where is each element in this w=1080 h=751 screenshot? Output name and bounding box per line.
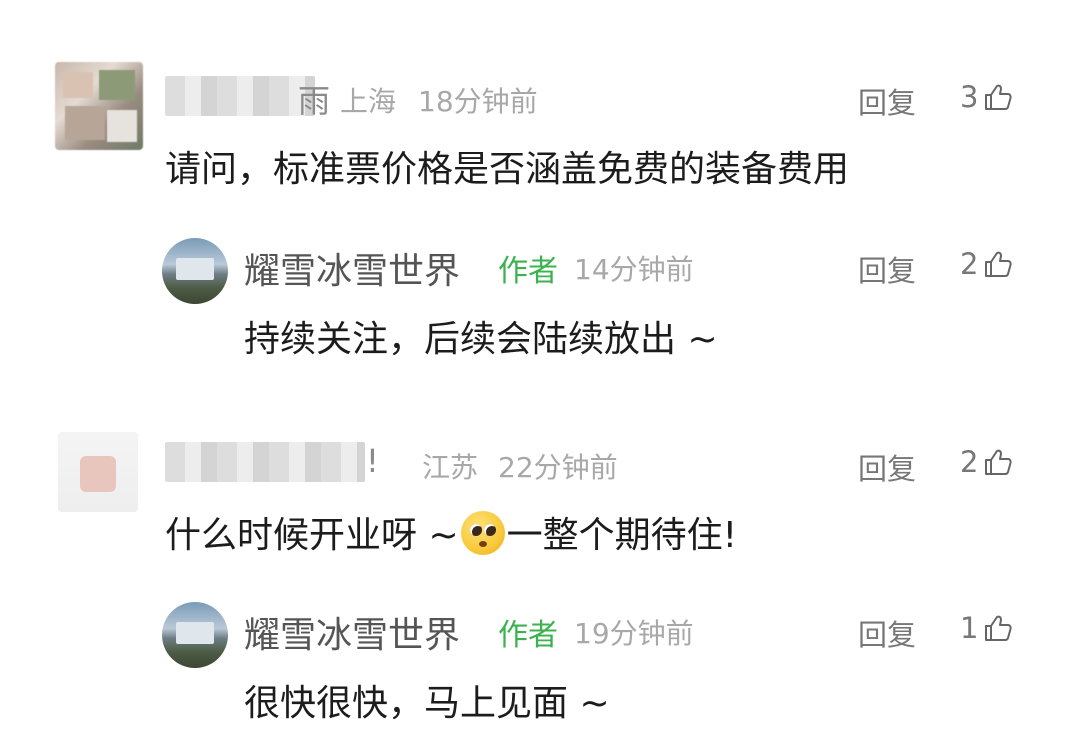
blurred-username[interactable] [165, 442, 365, 482]
comment-text-part2: 一整个期待住! [506, 515, 738, 556]
like-count: 2 [960, 445, 979, 479]
like-button[interactable]: 1 [960, 608, 1014, 648]
author-avatar[interactable] [162, 602, 228, 668]
thumbs-up-icon [985, 449, 1013, 475]
reply-button[interactable]: 回复 [858, 446, 916, 488]
reply-time: 19分钟前 [574, 617, 694, 650]
comment-content: 什么时候开业呀 ~ 一整个期待住! [165, 506, 737, 558]
comment-time: 22分钟前 [498, 451, 618, 484]
comment-2: ! 江苏 22分钟前 回复 2 什么时候开业呀 ~ 一整个期待住! 耀雪冰雪世界 … [0, 0, 1080, 751]
avatar[interactable] [58, 432, 138, 512]
reply-content: 很快很快，马上见面 ~ [244, 683, 610, 724]
reply-button[interactable]: 回复 [858, 612, 916, 654]
comment-location: 江苏 [422, 451, 479, 484]
like-button[interactable]: 2 [960, 442, 1014, 482]
username-suffix[interactable]: ! [366, 442, 379, 480]
reply-author-name[interactable]: 耀雪冰雪世界 [244, 606, 460, 658]
thumbs-up-icon [985, 615, 1013, 641]
comment-text-part1: 什么时候开业呀 ~ [165, 515, 459, 556]
author-badge: 作者 [498, 618, 558, 653]
pleading-face-emoji [460, 511, 505, 555]
like-count: 1 [960, 611, 979, 645]
